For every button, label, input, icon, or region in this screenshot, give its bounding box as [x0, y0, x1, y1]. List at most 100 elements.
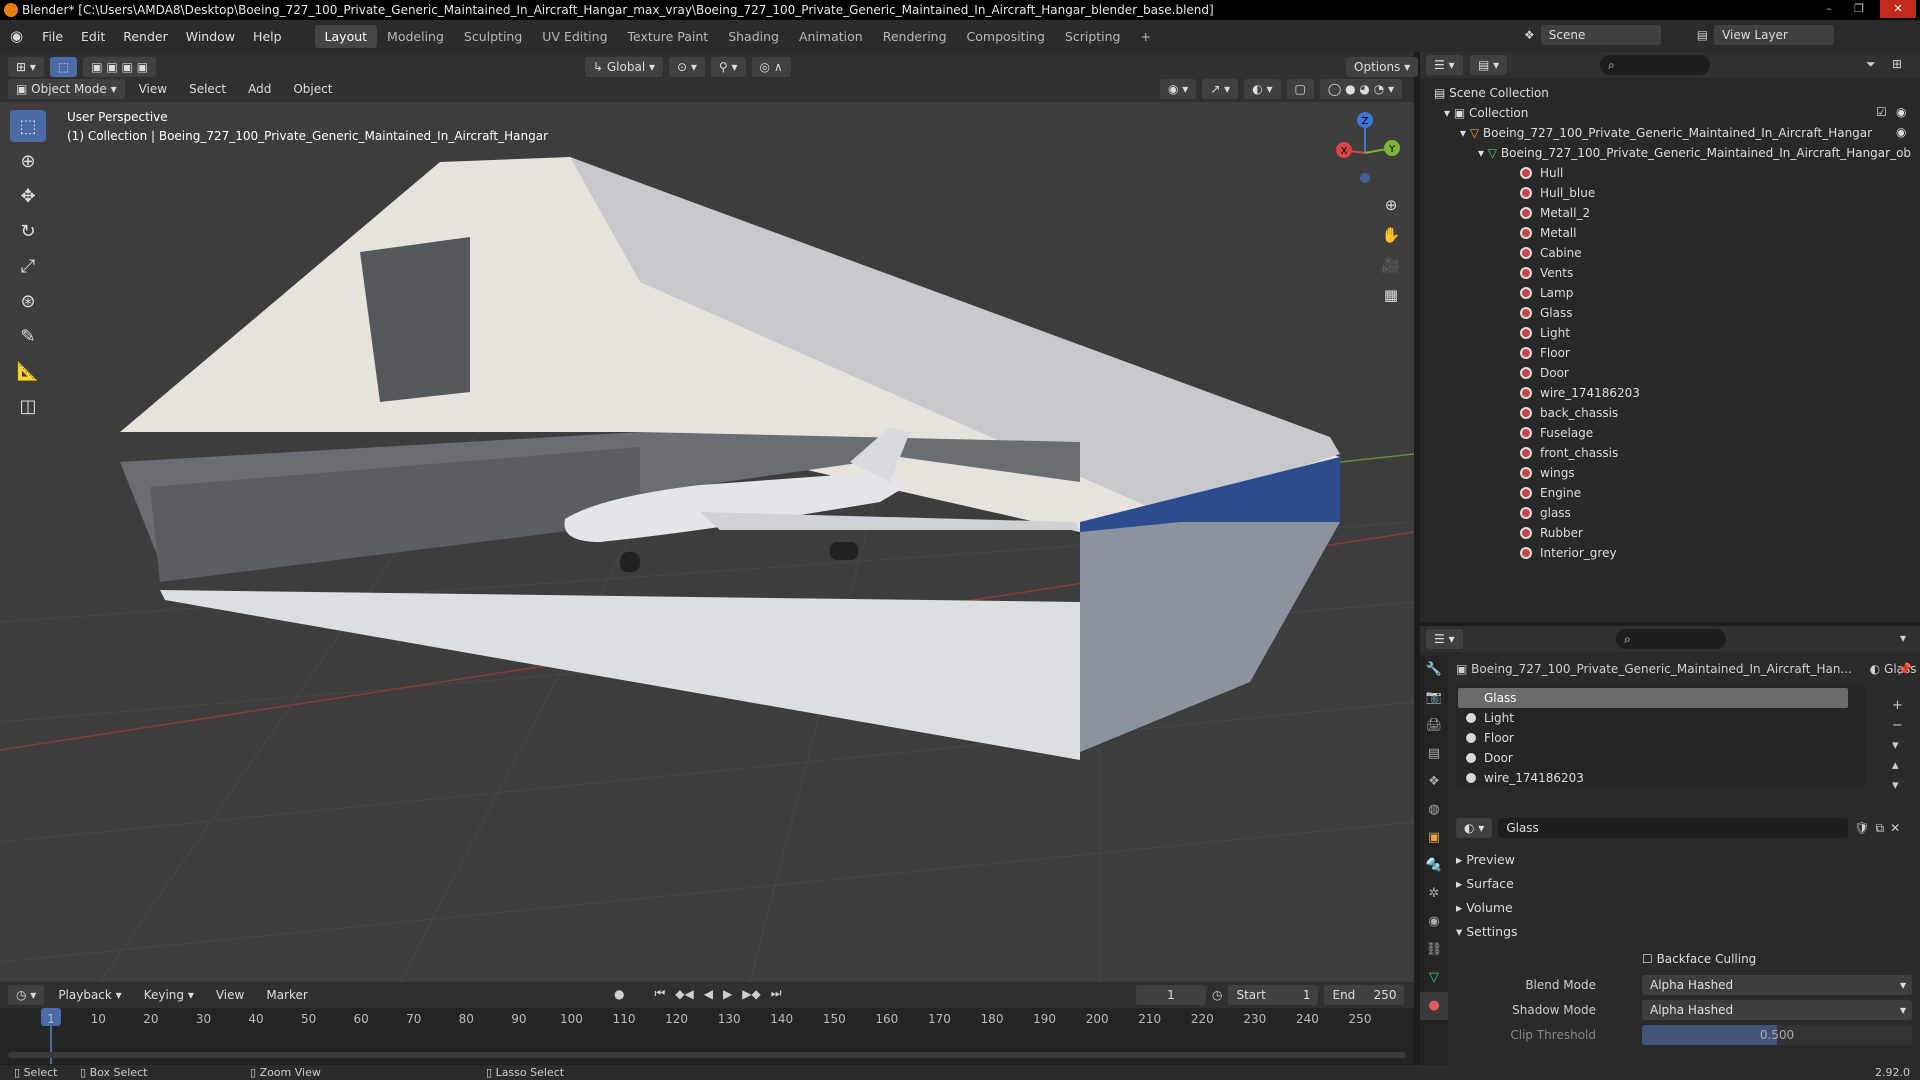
timeline-editor-type[interactable]: ◷ ▾	[8, 985, 45, 1005]
record-icon[interactable]: ●	[614, 987, 624, 1001]
viewport-menu-add[interactable]: Add	[240, 82, 279, 96]
play-reverse-icon[interactable]: ◀	[704, 987, 713, 1001]
outliner-material-row[interactable]: wings	[1520, 463, 1575, 483]
material-slot-glass[interactable]: Glass	[1458, 688, 1848, 708]
outliner-material-row[interactable]: Cabine	[1520, 243, 1582, 263]
modifier-tab-icon[interactable]: 🔩	[1420, 852, 1448, 880]
outliner-material-row[interactable]: wire_174186203	[1520, 383, 1640, 403]
blend-mode-dropdown[interactable]: Alpha Hashed ▾	[1642, 975, 1912, 995]
outliner-material-row[interactable]: Light	[1520, 323, 1570, 343]
xray-toggle[interactable]: ▢	[1286, 79, 1314, 99]
maximize-button[interactable]: ❐	[1846, 0, 1872, 18]
outliner-editor-type[interactable]: ☰ ▾	[1426, 55, 1463, 75]
material-slot-floor[interactable]: Floor	[1458, 728, 1848, 748]
unlink-material-icon[interactable]: ✕	[1890, 821, 1900, 835]
annotate-tool-icon[interactable]: ✎	[10, 320, 46, 352]
preview-panel[interactable]: ▸ Preview	[1456, 852, 1515, 867]
move-tool-icon[interactable]: ✥	[10, 180, 46, 212]
outliner-material-row[interactable]: Vents	[1520, 263, 1573, 283]
scale-tool-icon[interactable]: ⤢	[10, 250, 46, 282]
material-slot-light[interactable]: Light	[1458, 708, 1848, 728]
proportional-edit-toggle[interactable]: ◎ ∧	[751, 57, 791, 77]
cursor-tool-icon[interactable]: ⊕	[10, 145, 46, 177]
select-mode-icons[interactable]: ▣ ▣ ▣ ▣	[83, 57, 157, 77]
outliner-material-row[interactable]: front_chassis	[1520, 443, 1618, 463]
object-tab-icon[interactable]: ▣	[1420, 824, 1448, 852]
visibility-dropdown[interactable]: ◉ ▾	[1160, 79, 1197, 99]
outliner-material-row[interactable]: Hull_blue	[1520, 183, 1595, 203]
rotate-tool-icon[interactable]: ↻	[10, 215, 46, 247]
menu-file[interactable]: File	[33, 29, 72, 44]
outliner-material-row[interactable]: Metall	[1520, 223, 1576, 243]
outliner-material-row[interactable]: Metall_2	[1520, 203, 1590, 223]
collection-eye-icon[interactable]: ◉	[1896, 105, 1906, 119]
timeline-ruler[interactable]: 1 10 20 30 40 50 60 70 80 90 100 110 120 130 140 150 160…	[0, 1008, 1414, 1064]
scene-selector[interactable]: Scene	[1540, 25, 1661, 45]
outliner-material-row[interactable]: Glass	[1520, 303, 1573, 323]
properties-options-icon[interactable]: ▾	[1900, 631, 1906, 645]
tab-compositing[interactable]: Compositing	[957, 25, 1055, 48]
browse-material-icon[interactable]: ◐ ▾	[1456, 818, 1493, 838]
fake-user-icon[interactable]: 🛡	[1854, 821, 1869, 835]
snap-toggle[interactable]: ⚲ ▾	[710, 57, 746, 77]
select-box-tool-icon[interactable]: ⬚	[10, 110, 46, 142]
view-layer-tab-icon[interactable]: ▤	[1420, 740, 1448, 768]
tab-animation[interactable]: Animation	[789, 25, 873, 48]
menu-edit[interactable]: Edit	[72, 29, 114, 44]
3d-viewport[interactable]: ⬚ ⊕ ✥ ↻ ⤢ ⊛ ✎ 📐 ◫ User Perspective (1) C…	[0, 102, 1414, 982]
move-slot-down-icon[interactable]: ▾	[1892, 776, 1903, 796]
backface-culling-checkbox[interactable]: ☐ Backface Culling	[1642, 952, 1756, 966]
tab-shading[interactable]: Shading	[718, 25, 789, 48]
physics-tab-icon[interactable]: ◉	[1420, 908, 1448, 936]
pin-icon[interactable]: 📌	[1897, 659, 1912, 679]
transform-tool-icon[interactable]: ⊛	[10, 285, 46, 317]
viewport-menu-object[interactable]: Object	[285, 82, 340, 96]
move-slot-up-icon[interactable]: ▴	[1892, 756, 1903, 776]
world-tab-icon[interactable]: ◍	[1420, 796, 1448, 824]
data-tab-icon[interactable]: ▽	[1420, 964, 1448, 992]
tab-scripting[interactable]: Scripting	[1055, 25, 1131, 48]
tab-modeling[interactable]: Modeling	[377, 25, 454, 48]
object-row[interactable]: ▾ ▽ Boeing_727_100_Private_Generic_Maint…	[1460, 123, 1872, 143]
object-mode-dropdown[interactable]: ▣ Object Mode ▾	[8, 79, 125, 99]
outliner-material-row[interactable]: Door	[1520, 363, 1569, 383]
viewport-menu-view[interactable]: View	[131, 82, 175, 96]
add-workspace-button[interactable]: +	[1131, 25, 1161, 48]
add-slot-icon[interactable]: +	[1892, 696, 1903, 716]
particles-tab-icon[interactable]: ✲	[1420, 880, 1448, 908]
outliner-material-row[interactable]: Interior_grey	[1520, 543, 1617, 563]
properties-editor-type[interactable]: ☰ ▾	[1426, 629, 1463, 649]
jump-end-icon[interactable]: ⏭	[771, 986, 782, 1001]
material-slot-wire[interactable]: wire_174186203	[1458, 768, 1848, 788]
constraints-tab-icon[interactable]: ⛓	[1420, 936, 1448, 964]
menu-help[interactable]: Help	[244, 29, 291, 44]
outliner-material-row[interactable]: Floor	[1520, 343, 1570, 363]
next-keyframe-icon[interactable]: ▶◆	[742, 987, 760, 1001]
volume-panel[interactable]: ▸ Volume	[1456, 900, 1513, 915]
slot-specials-icon[interactable]: ▾	[1892, 736, 1903, 756]
end-frame-field[interactable]: End 250	[1324, 985, 1405, 1005]
material-tab-icon[interactable]: ●	[1420, 992, 1448, 1020]
collection-checkbox[interactable]: ☑	[1876, 105, 1887, 119]
viewport-menu-select[interactable]: Select	[181, 82, 234, 96]
overlay-toggle[interactable]: ◐ ▾	[1244, 79, 1281, 99]
gizmo-toggle[interactable]: ↗ ▾	[1202, 79, 1239, 99]
select-tool-icon[interactable]: ⬚	[49, 57, 78, 77]
tab-layout[interactable]: Layout	[314, 24, 378, 48]
outliner-material-row[interactable]: back_chassis	[1520, 403, 1618, 423]
new-collection-icon[interactable]: ⊞	[1892, 57, 1902, 71]
camera-view-icon[interactable]: 🎥	[1378, 252, 1404, 278]
pivot-point-dropdown[interactable]: ⊙ ▾	[669, 57, 705, 77]
blender-menu-icon[interactable]: ◉	[0, 27, 33, 45]
timeline-menu-playback[interactable]: Playback ▾	[50, 988, 129, 1002]
duplicate-material-icon[interactable]: ⧉	[1876, 821, 1885, 836]
render-tab-icon[interactable]: 📷	[1420, 684, 1448, 712]
settings-panel[interactable]: ▾ Settings	[1456, 924, 1518, 939]
tab-texture-paint[interactable]: Texture Paint	[618, 25, 719, 48]
outliner-material-row[interactable]: Rubber	[1520, 523, 1583, 543]
outliner-material-row[interactable]: Lamp	[1520, 283, 1573, 303]
view-layer-selector[interactable]: View Layer	[1714, 25, 1835, 45]
object-eye-icon[interactable]: ◉	[1896, 125, 1906, 139]
tab-sculpting[interactable]: Sculpting	[454, 25, 532, 48]
display-mode-dropdown[interactable]: ▤ ▾	[1470, 55, 1508, 75]
